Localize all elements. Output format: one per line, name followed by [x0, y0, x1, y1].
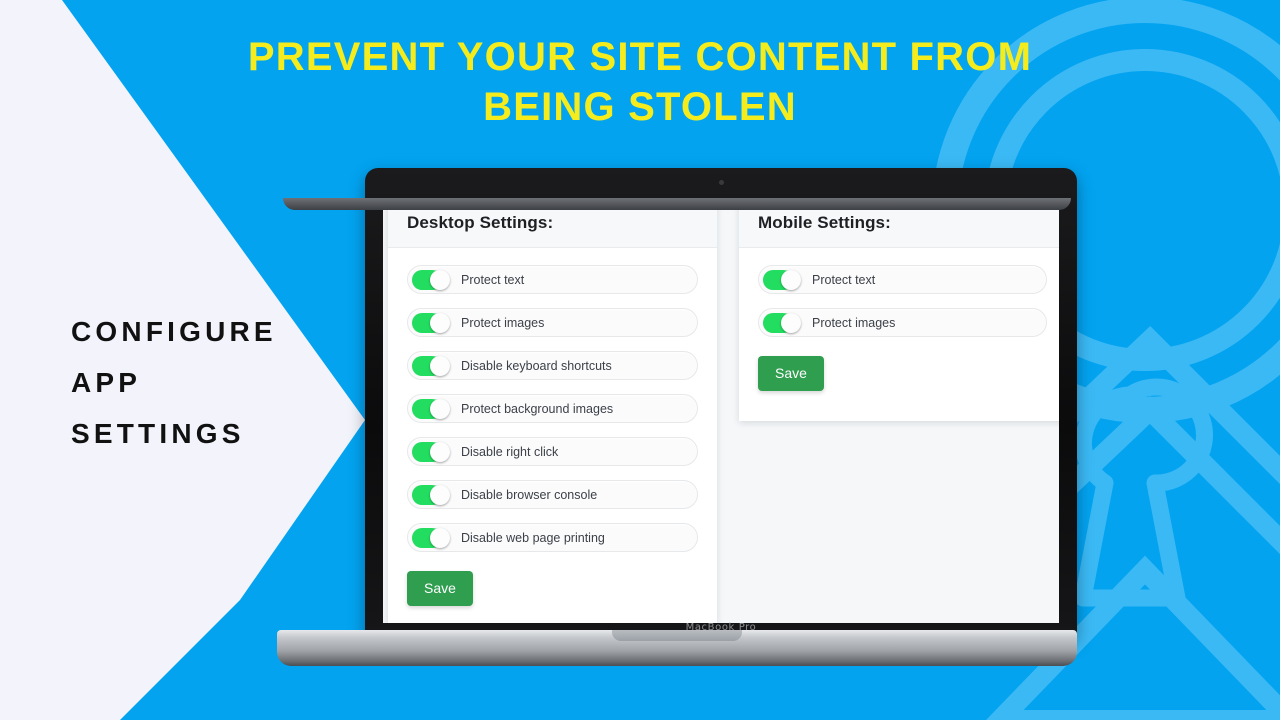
toggle-knob [430, 527, 450, 548]
mobile-save-button[interactable]: Save [758, 356, 824, 391]
setting-label: Disable keyboard shortcuts [461, 358, 612, 373]
setting-label: Protect text [812, 272, 876, 287]
desktop-settings-list: Protect text Protect images Disable keyboa… [388, 248, 717, 552]
webcam-icon [718, 180, 724, 185]
toggle-knob [430, 312, 450, 333]
mobile-settings-column: Mobile Settings: Protect text Protect ima… [717, 199, 1059, 623]
toggle-switch-on[interactable] [412, 484, 450, 505]
laptop-mockup: Desktop Settings: Protect text Protect im… [277, 168, 1077, 678]
setting-row[interactable]: Disable right click [407, 437, 698, 466]
setting-label: Disable web page printing [461, 530, 605, 545]
toggle-switch-on[interactable] [412, 312, 450, 333]
toggle-switch-on[interactable] [412, 269, 450, 290]
setting-row[interactable]: Disable web page printing [407, 523, 698, 552]
desktop-settings-title: Desktop Settings: [407, 213, 554, 232]
app-window: Desktop Settings: Protect text Protect im… [383, 199, 1059, 623]
toggle-switch-on[interactable] [763, 269, 801, 290]
setting-row[interactable]: Protect images [758, 308, 1047, 337]
desktop-save-wrap: Save [388, 566, 717, 606]
desktop-save-button[interactable]: Save [407, 571, 473, 606]
laptop-screen: Desktop Settings: Protect text Protect im… [383, 199, 1059, 623]
setting-row[interactable]: Protect text [407, 265, 698, 294]
setting-row[interactable]: Protect text [758, 265, 1047, 294]
headline-line-1: PREVENT YOUR SITE CONTENT FROM [247, 35, 1033, 79]
setting-label: Protect text [461, 272, 525, 287]
toggle-knob [781, 269, 801, 290]
mobile-settings-card: Mobile Settings: Protect text Protect ima… [739, 199, 1059, 421]
headline-line-2: BEING STOLEN [483, 85, 797, 130]
toggle-knob [781, 312, 801, 333]
laptop-base-foot [283, 198, 1071, 210]
toggle-knob [430, 355, 450, 376]
toggle-switch-on[interactable] [412, 355, 450, 376]
setting-label: Protect images [812, 315, 896, 330]
laptop-lid: Desktop Settings: Protect text Protect im… [365, 168, 1077, 638]
setting-label: Disable browser console [461, 487, 598, 502]
setting-row[interactable]: Protect background images [407, 394, 698, 423]
toggle-knob [430, 269, 450, 290]
toggle-knob [430, 441, 450, 462]
toggle-switch-on[interactable] [412, 398, 450, 419]
setting-label: Disable right click [461, 444, 559, 459]
toggle-switch-on[interactable] [763, 312, 801, 333]
laptop-base [277, 630, 1077, 666]
promo-banner: PREVENT YOUR SITE CONTENT FROM BEING STO… [0, 0, 1280, 720]
toggle-knob [430, 398, 450, 419]
setting-label: Protect background images [461, 401, 614, 416]
mobile-save-wrap: Save [739, 351, 1059, 391]
setting-row[interactable]: Disable browser console [407, 480, 698, 509]
page-title: PREVENT YOUR SITE CONTENT FROM BEING STO… [0, 32, 1280, 133]
desktop-settings-column: Desktop Settings: Protect text Protect im… [383, 199, 717, 623]
desktop-settings-card: Desktop Settings: Protect text Protect im… [388, 199, 717, 623]
setting-label: Protect images [461, 315, 545, 330]
mobile-settings-title: Mobile Settings: [758, 213, 891, 232]
setting-row[interactable]: Protect images [407, 308, 698, 337]
mobile-settings-list: Protect text Protect images [739, 248, 1059, 337]
toggle-knob [430, 484, 450, 505]
setting-row[interactable]: Disable keyboard shortcuts [407, 351, 698, 380]
toggle-switch-on[interactable] [412, 441, 450, 462]
toggle-switch-on[interactable] [412, 527, 450, 548]
